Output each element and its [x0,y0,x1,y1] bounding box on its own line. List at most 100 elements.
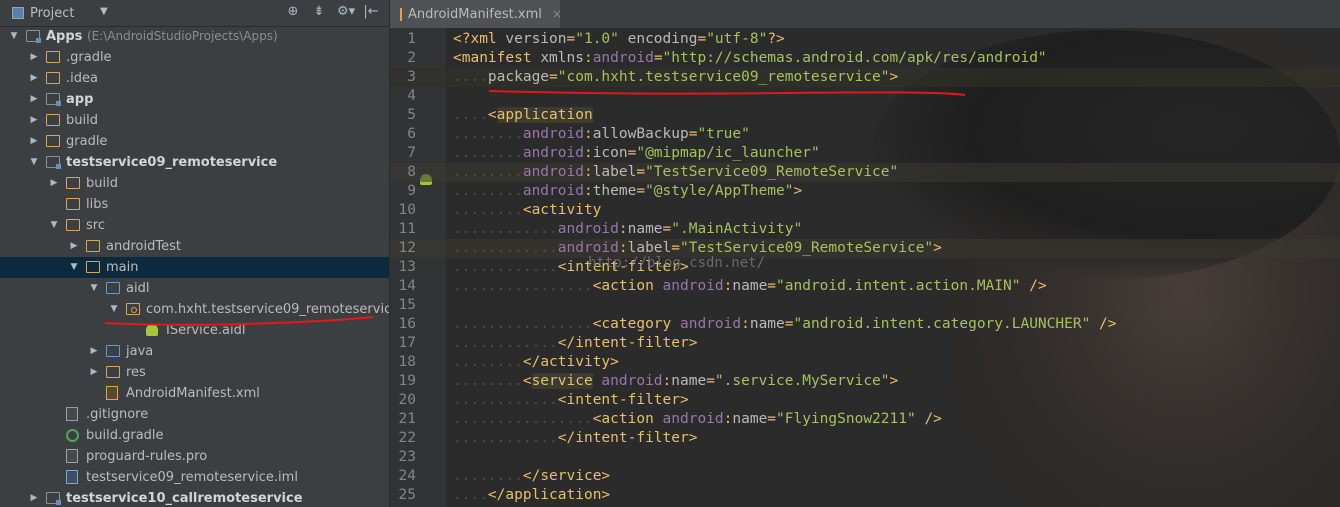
tree-item[interactable]: ▶ res [0,362,389,383]
code-token: "@style/AppTheme" [645,183,794,199]
tree-item[interactable]: ▶ gradle [0,131,389,152]
code-token: ........ [453,354,523,370]
tree-item[interactable]: ▶ androidTest [0,236,389,257]
code-line[interactable]: 10 ........<activity [390,201,1340,220]
module-icon [46,156,61,169]
annotation-underline [104,316,374,326]
collapsed-arrow-icon[interactable]: ▶ [28,47,40,68]
expanded-arrow-icon[interactable]: ▼ [28,152,40,173]
code-line[interactable]: 8 ........android:label="TestService09_Re… [390,163,1340,182]
collapsed-arrow-icon[interactable]: ▶ [68,236,80,257]
code-token: name [627,221,663,237]
code-line[interactable]: 1 <?xml version="1.0" encoding="utf-8"?> [390,30,1340,49]
code-line[interactable]: 2 <manifest xmlns:android="http://schemas… [390,49,1340,68]
collapsed-arrow-icon[interactable]: ▶ [88,362,100,383]
tree-item[interactable]: ▼ Apps (E:\AndroidStudioProjects\Apps) [0,26,389,47]
collapsed-arrow-icon[interactable]: ▶ [28,68,40,89]
code-line[interactable]: 13 ............<intent-filter> [390,258,1340,277]
tree-item[interactable]: build.gradle [0,425,389,446]
code-line[interactable]: 7 ........android:icon="@mipmap/ic_launch… [390,144,1340,163]
collapsed-arrow-icon[interactable]: ▶ [28,488,40,507]
code-token: "true" [697,126,750,142]
line-number: 15 [398,297,416,313]
code-line[interactable]: 25 ....</application> [390,486,1340,505]
tree-item[interactable]: ▶ build [0,173,389,194]
expanded-arrow-icon[interactable]: ▼ [88,278,100,299]
code-token: > [688,335,698,351]
tree-item[interactable]: ▼ testservice09_remoteservice [0,152,389,173]
code-line[interactable]: 18 ........</activity> [390,353,1340,372]
code-token: manifest [461,50,541,66]
tree-item[interactable]: ▼ aidl [0,278,389,299]
code-token: theme [592,183,637,199]
code-line[interactable]: 11 ............android:name=".MainActivit… [390,220,1340,239]
tree-item-label: proguard-rules.pro [86,446,207,467]
collapsed-arrow-icon[interactable]: ▶ [48,173,60,194]
tab-androidmanifest[interactable]: AndroidManifest.xml × [390,0,562,28]
tree-item[interactable]: AndroidManifest.xml [0,383,389,404]
code-line[interactable]: 22 ............</intent-filter> [390,429,1340,448]
code-token: label [627,240,672,256]
code-token: ............ [453,430,558,446]
close-icon[interactable]: × [552,7,562,21]
code-line[interactable]: 17 ............</intent-filter> [390,334,1340,353]
code-token: action [601,411,663,427]
code-line[interactable]: 15 [390,296,1340,315]
code-text: ........<activity [453,201,601,220]
expanded-arrow-icon[interactable]: ▼ [68,257,80,278]
project-panel-header[interactable]: Project ▼ ⊕ ⇟ ⚙▾ |← [0,0,389,27]
hide-panel-icon[interactable]: |← [363,4,379,19]
code-text: ........</activity> [453,353,619,372]
chevron-down-icon[interactable]: ▼ [100,6,108,17]
code-line[interactable]: 14 ................<action android:name="… [390,277,1340,296]
tree-item[interactable]: ▼ src [0,215,389,236]
tree-item[interactable]: ▶ build [0,110,389,131]
sync-icon[interactable]: ⊕ [285,4,301,19]
code-line[interactable]: 20 ............<intent-filter> [390,391,1340,410]
collapsed-arrow-icon[interactable]: ▶ [28,110,40,131]
tree-item[interactable]: libs [0,194,389,215]
project-panel-title[interactable]: Project [30,6,74,21]
expanded-arrow-icon[interactable]: ▼ [48,215,60,236]
code-area[interactable]: 1 <?xml version="1.0" encoding="utf-8"?> 2… [390,30,1340,505]
code-line[interactable]: 9 ........android:theme="@style/AppTheme"… [390,182,1340,201]
code-token: ........ [453,126,523,142]
code-line[interactable]: 24 ........</service> [390,467,1340,486]
tree-item[interactable]: ▼ main [0,257,389,278]
code-token: < [522,202,532,218]
code-text: <manifest xmlns:android="http://schemas.… [453,49,1047,68]
gear-icon[interactable]: ⚙▾ [337,4,355,19]
code-token: ........ [453,202,523,218]
code-token: android [522,183,584,199]
code-token: service [540,468,602,484]
code-line[interactable]: 19 ........<service android:name=".servic… [390,372,1340,391]
collapsed-arrow-icon[interactable]: ▶ [88,341,100,362]
code-text: ............<intent-filter> [453,391,689,410]
code-line[interactable]: 12 ............android:label="TestService… [390,239,1340,258]
code-line[interactable]: 16 ................<category android:name… [390,315,1340,334]
tree-item[interactable]: .gitignore [0,404,389,425]
collapsed-arrow-icon[interactable]: ▶ [28,131,40,152]
tree-item[interactable]: testservice09_remoteservice.iml [0,467,389,488]
line-number: 8 [407,164,416,180]
module-icon [46,93,61,106]
tree-item[interactable]: ▶ .gradle [0,47,389,68]
collapse-all-icon[interactable]: ⇟ [311,4,327,19]
code-line[interactable]: 6 ........android:allowBackup="true" [390,125,1340,144]
tree-item[interactable]: proguard-rules.pro [0,446,389,467]
line-number: 14 [398,278,416,294]
code-line[interactable]: 21 ................<action android:name="… [390,410,1340,429]
code-token: = [636,183,646,199]
code-token: "utf-8" [706,31,768,47]
tree-item[interactable]: ▶ java [0,341,389,362]
collapsed-arrow-icon[interactable]: ▶ [28,89,40,110]
project-view-icon [12,7,24,19]
expanded-arrow-icon[interactable]: ▼ [8,26,20,47]
tree-item-text: AndroidManifest.xml [126,386,260,401]
line-number: 13 [398,259,416,275]
tree-item[interactable]: ▶ .idea [0,68,389,89]
tree-item[interactable]: ▶ app [0,89,389,110]
tree-item[interactable]: ▶ testservice10_callremoteservice [0,488,389,507]
code-line[interactable]: 5 ....<application [390,106,1340,125]
code-line[interactable]: 23 [390,448,1340,467]
